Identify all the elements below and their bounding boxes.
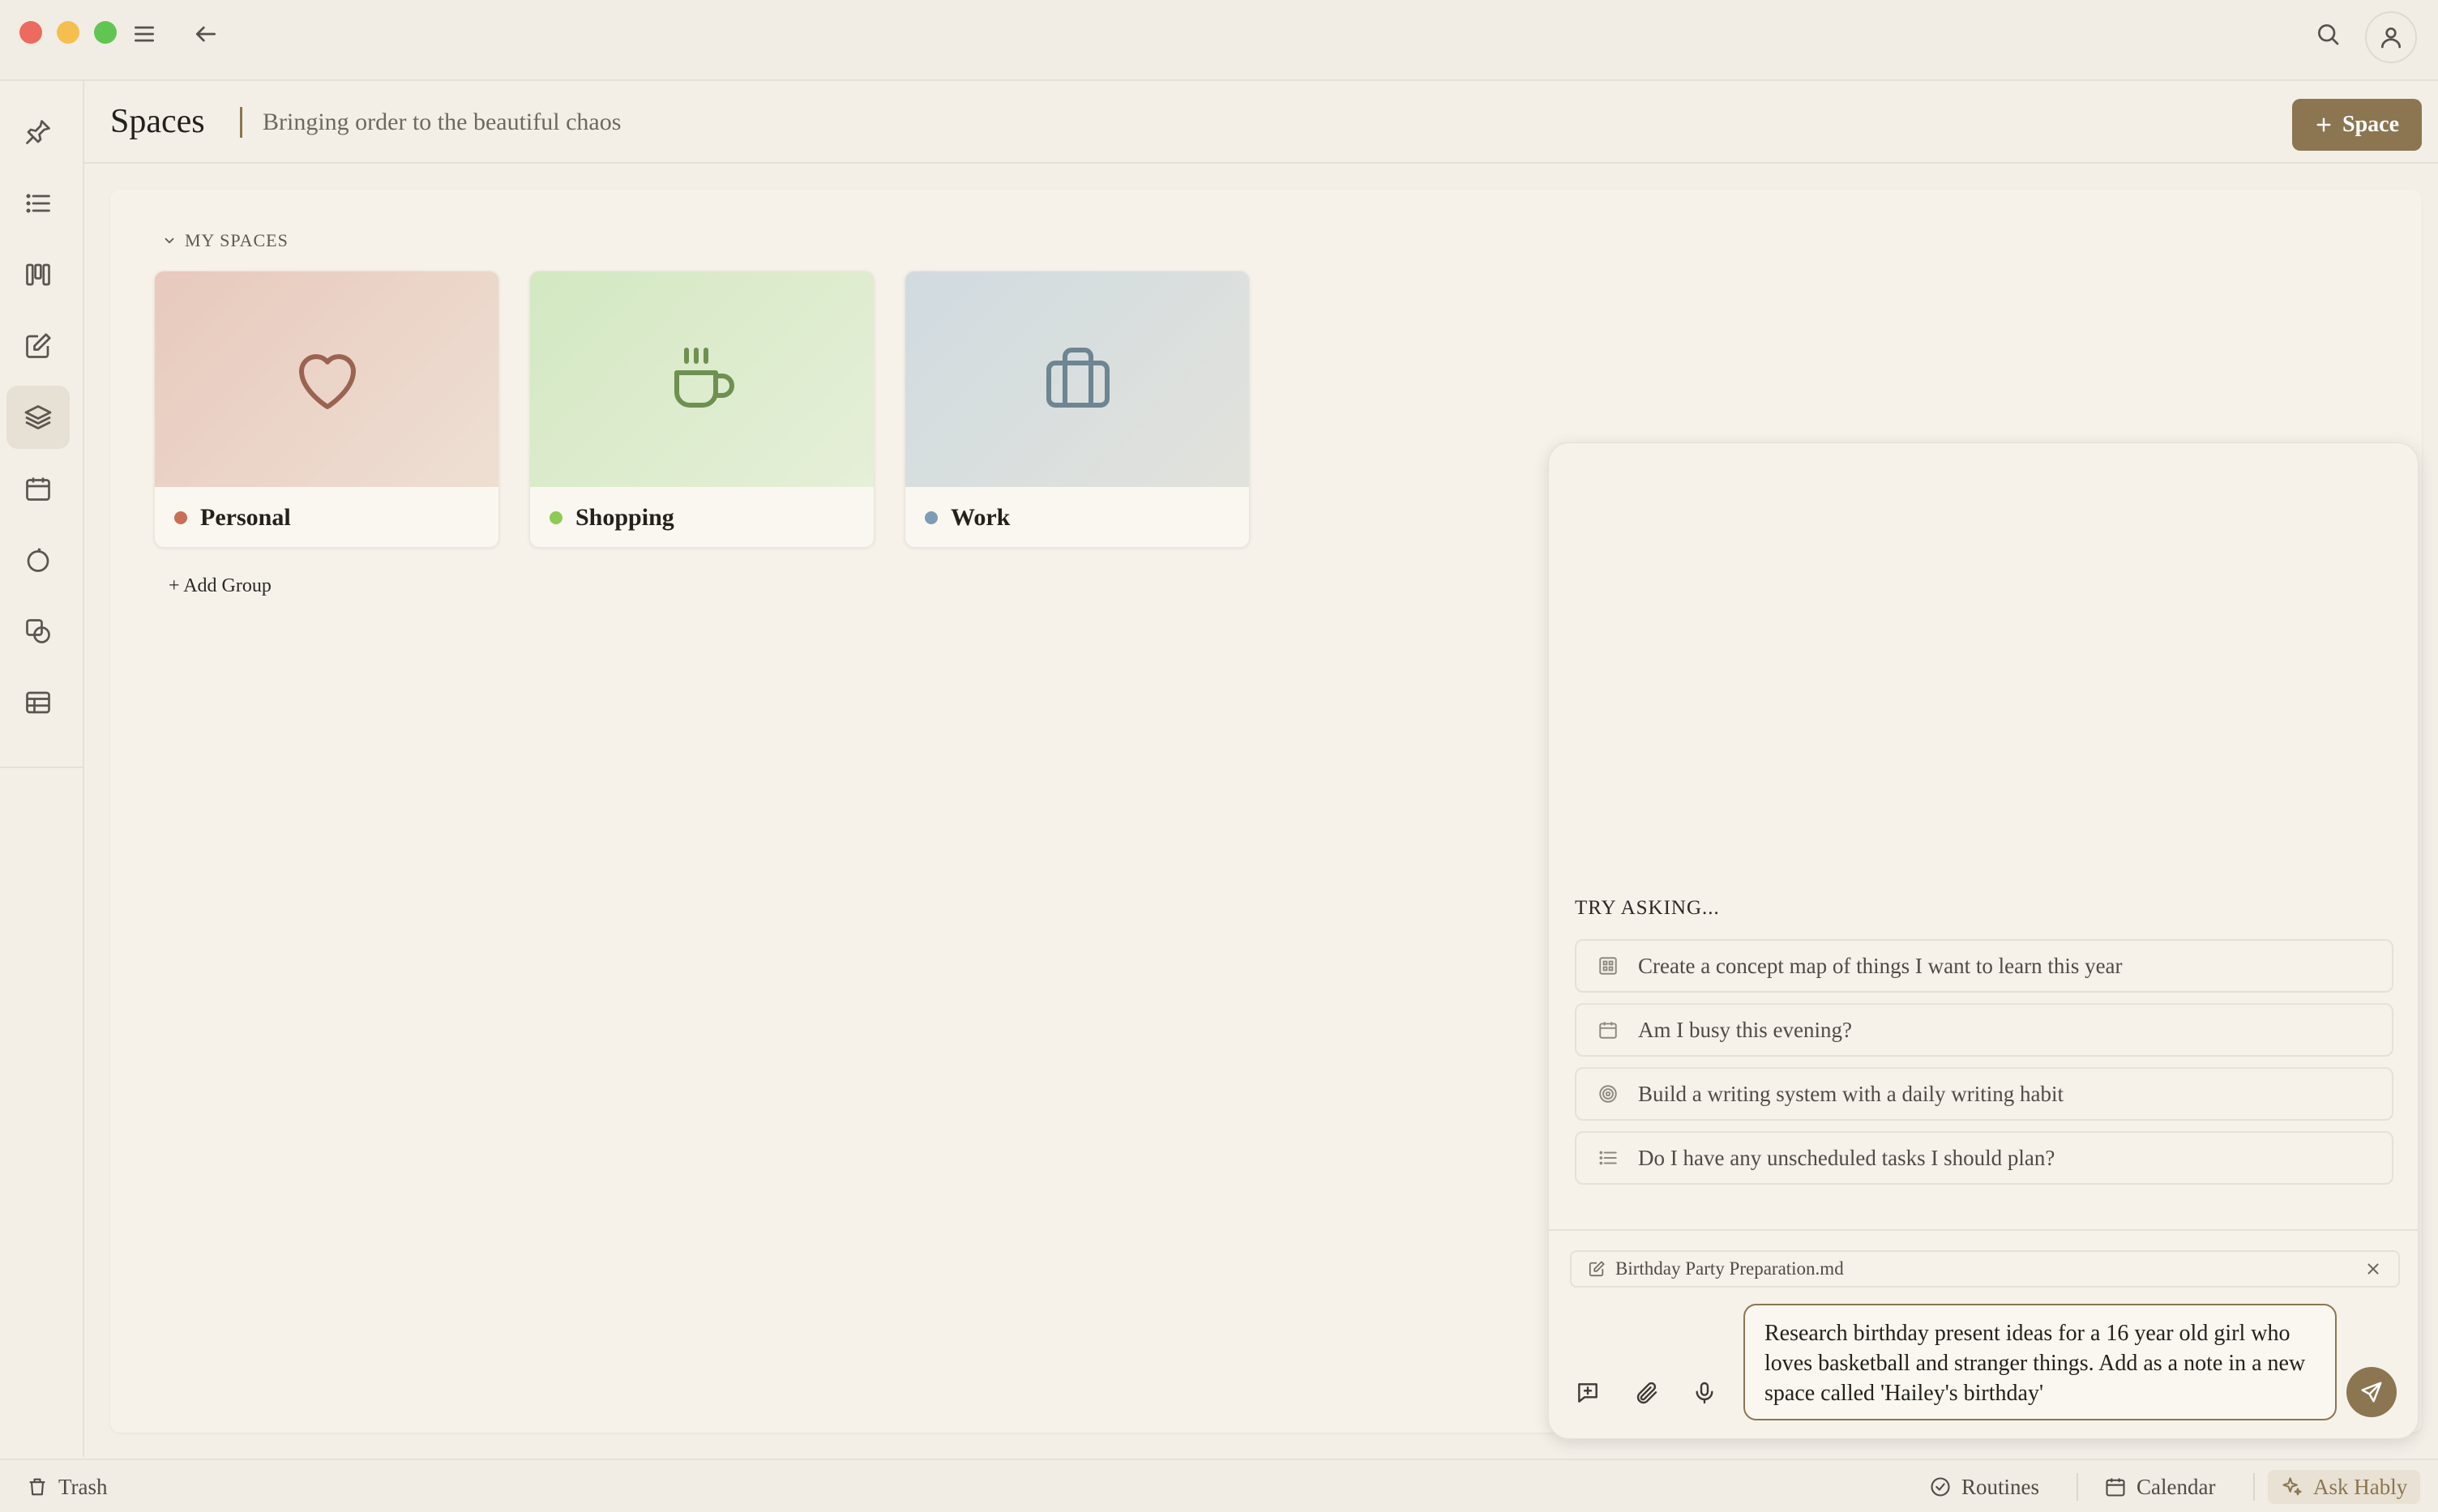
page-header: Spaces Bringing order to the beautiful c…: [84, 81, 2438, 164]
sidebar-item-calendar[interactable]: [6, 457, 70, 520]
back-arrow-icon[interactable]: [190, 18, 222, 50]
section-label: MY SPACES: [185, 230, 289, 250]
pin-icon: [24, 117, 53, 147]
status-divider: [2253, 1473, 2255, 1501]
heart-icon: [289, 340, 366, 418]
sidebar: [0, 81, 84, 1457]
page-subtitle: Bringing order to the beautiful chaos: [263, 109, 622, 135]
calendar-icon: [2104, 1476, 2127, 1498]
ask-hably-panel: TRY ASKING... Create a concept map of th…: [1548, 442, 2419, 1439]
add-space-button[interactable]: Space: [2292, 99, 2422, 151]
ask-hably-button[interactable]: Ask Hably: [2268, 1470, 2421, 1504]
trash-icon: [26, 1476, 49, 1498]
card-footer: Shopping: [530, 487, 874, 547]
card-cover: [155, 271, 498, 487]
card-cover: [530, 271, 874, 487]
attachment-chip[interactable]: Birthday Party Preparation.md: [1570, 1250, 2400, 1288]
minimize-window-button[interactable]: [57, 21, 79, 44]
work-color-dot: [925, 511, 938, 524]
calendar-button[interactable]: Calendar: [2104, 1470, 2215, 1504]
status-bar: Trash Routines Calendar Ask Hably: [0, 1459, 2438, 1512]
zoom-window-button[interactable]: [94, 21, 117, 44]
paperclip-icon[interactable]: [1628, 1375, 1664, 1411]
plus-icon: [2315, 116, 2333, 134]
send-button[interactable]: [2346, 1367, 2397, 1417]
sidebar-item-boards[interactable]: [6, 243, 70, 306]
ask-hably-label: Ask Hably: [2313, 1474, 2408, 1499]
card-footer: Personal: [155, 487, 498, 547]
chevron-down-icon: [162, 233, 177, 248]
send-icon: [2359, 1380, 2384, 1404]
suggestion-item[interactable]: Am I busy this evening?: [1575, 1003, 2393, 1057]
suggestion-text: Am I busy this evening?: [1638, 1017, 1852, 1042]
trash-button[interactable]: Trash: [26, 1470, 108, 1504]
microphone-icon[interactable]: [1687, 1375, 1722, 1411]
coffee-cup-icon: [664, 340, 742, 418]
title-bar: [0, 0, 2438, 81]
space-card-work[interactable]: Work: [905, 271, 1250, 548]
check-circle-icon: [1929, 1476, 1952, 1498]
personal-color-dot: [174, 511, 187, 524]
sidebar-item-routines[interactable]: [6, 528, 70, 592]
sidebar-item-pinned[interactable]: [6, 100, 70, 164]
space-card-shopping[interactable]: Shopping: [529, 271, 875, 548]
circle-icon: [24, 545, 53, 574]
calendar-icon: [24, 474, 53, 503]
space-card-personal[interactable]: Personal: [154, 271, 499, 548]
sidebar-item-tables[interactable]: [6, 671, 70, 734]
suggestion-text: Build a writing system with a daily writ…: [1638, 1081, 2064, 1106]
close-window-button[interactable]: [19, 21, 42, 44]
menu-icon[interactable]: [128, 18, 160, 50]
suggestion-text: Do I have any unscheduled tasks I should…: [1638, 1145, 2055, 1170]
new-chat-icon[interactable]: [1570, 1375, 1606, 1411]
card-footer: Work: [905, 487, 1249, 547]
sidebar-divider: [0, 767, 83, 768]
target-icon: [1598, 1083, 1619, 1104]
suggestion-item[interactable]: Do I have any unscheduled tasks I should…: [1575, 1131, 2393, 1185]
user-avatar[interactable]: [2365, 11, 2417, 63]
list-icon: [1598, 1147, 1619, 1168]
my-spaces-toggle[interactable]: MY SPACES: [162, 230, 289, 251]
title-divider: [240, 107, 242, 138]
sparkle-icon: [2281, 1476, 2303, 1498]
suggestion-item[interactable]: Create a concept map of things I want to…: [1575, 939, 2393, 993]
search-icon[interactable]: [2312, 18, 2344, 50]
chat-divider: [1549, 1229, 2418, 1231]
suggestion-item[interactable]: Build a writing system with a daily writ…: [1575, 1067, 2393, 1121]
add-space-label: Space: [2342, 112, 2399, 137]
space-name: Work: [951, 504, 1011, 531]
table-icon: [24, 688, 53, 717]
edit-icon: [1588, 1260, 1606, 1278]
concept-map-icon: [1598, 955, 1619, 976]
routines-label: Routines: [1961, 1474, 2040, 1499]
try-asking-label: TRY ASKING...: [1575, 897, 1720, 919]
close-icon[interactable]: [2364, 1260, 2382, 1278]
edit-icon: [24, 331, 53, 361]
space-name: Personal: [200, 504, 291, 531]
routines-button[interactable]: Routines: [1929, 1470, 2039, 1504]
suggestion-text: Create a concept map of things I want to…: [1638, 953, 2123, 978]
shapes-icon: [24, 617, 53, 646]
sidebar-item-spaces[interactable]: [6, 386, 70, 449]
sidebar-item-shapes[interactable]: [6, 600, 70, 663]
page-title: Spaces: [110, 103, 205, 140]
kanban-icon: [24, 260, 53, 289]
sidebar-item-lists[interactable]: [6, 172, 70, 235]
trash-label: Trash: [58, 1474, 108, 1499]
chat-input[interactable]: Research birthday present ideas for a 16…: [1743, 1304, 2337, 1420]
sidebar-item-notes[interactable]: [6, 314, 70, 378]
space-name: Shopping: [575, 504, 674, 531]
shopping-color-dot: [550, 511, 562, 524]
attachment-filename: Birthday Party Preparation.md: [1615, 1258, 1844, 1279]
status-divider: [2077, 1473, 2078, 1501]
layers-icon: [24, 403, 53, 432]
calendar-label: Calendar: [2136, 1474, 2216, 1499]
calendar-icon: [1598, 1019, 1619, 1040]
list-icon: [24, 189, 53, 218]
add-group-button[interactable]: + Add Group: [169, 575, 272, 597]
briefcase-icon: [1039, 340, 1117, 418]
card-cover: [905, 271, 1249, 487]
